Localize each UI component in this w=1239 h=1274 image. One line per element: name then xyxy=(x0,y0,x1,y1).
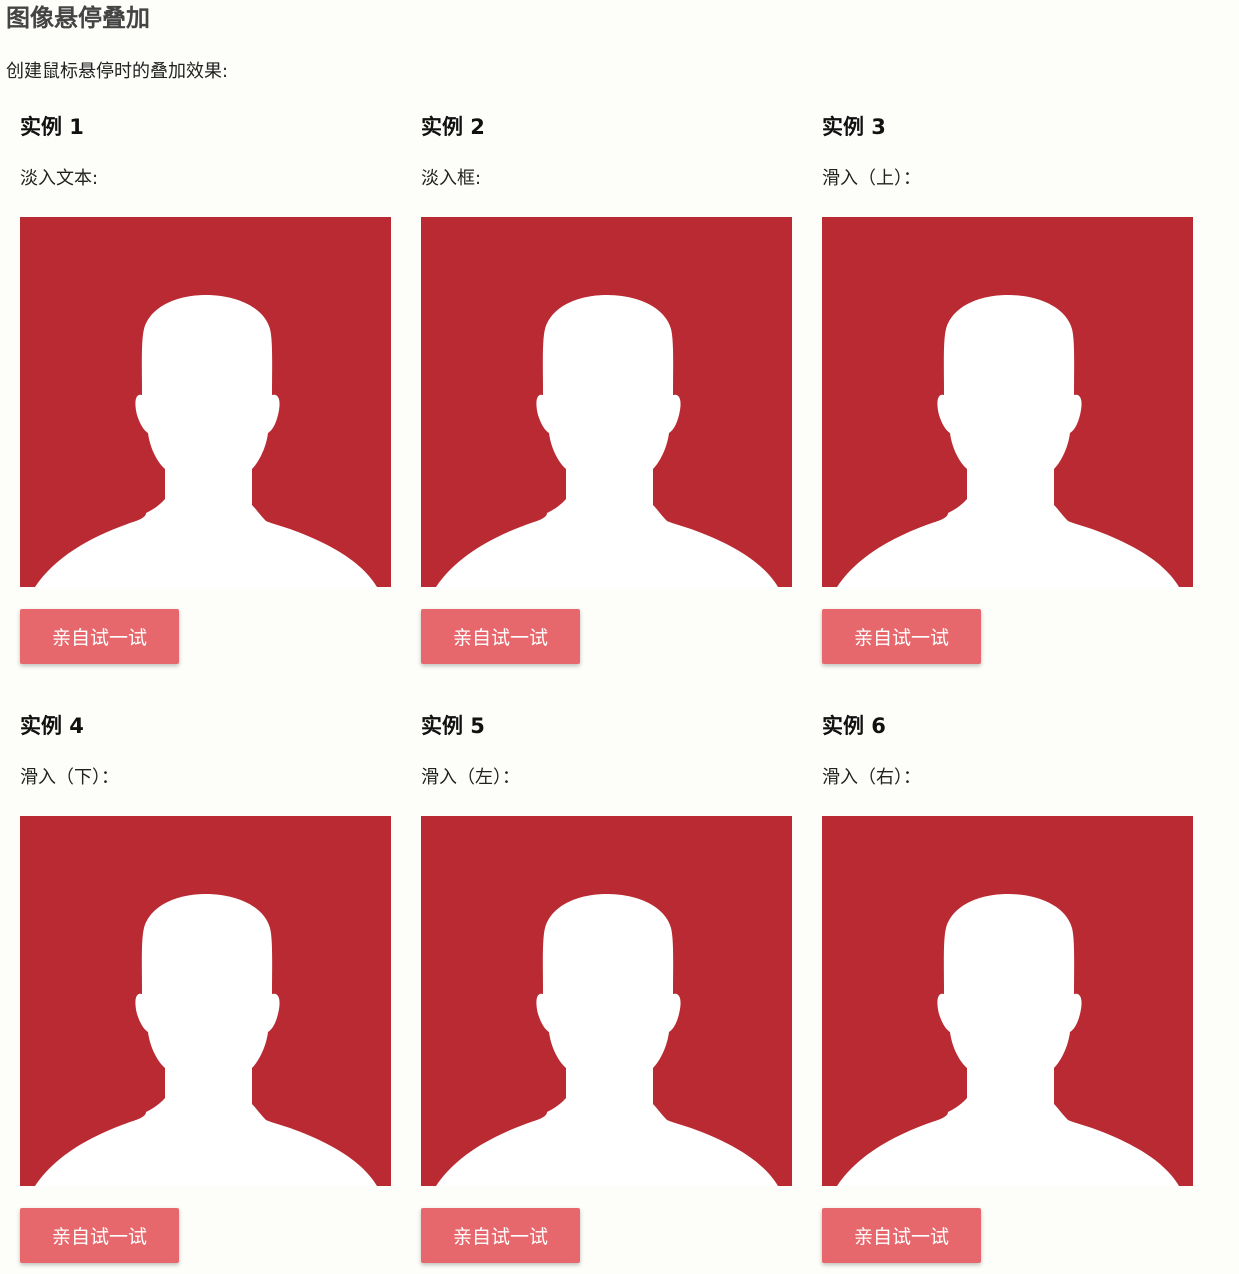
try-it-button[interactable]: 亲自试一试 xyxy=(421,609,580,664)
example-title: 实例 6 xyxy=(822,714,886,738)
example-title: 实例 5 xyxy=(421,714,485,738)
page-title: 图像悬停叠加 xyxy=(6,4,150,32)
person-silhouette-icon xyxy=(436,894,778,1186)
try-it-button[interactable]: 亲自试一试 xyxy=(822,609,981,664)
try-it-button[interactable]: 亲自试一试 xyxy=(20,609,179,664)
example-description: 滑入（下）： xyxy=(20,767,119,788)
person-silhouette-icon xyxy=(35,894,377,1186)
avatar-image[interactable] xyxy=(822,217,1193,587)
person-silhouette-icon xyxy=(35,295,377,587)
try-it-button[interactable]: 亲自试一试 xyxy=(20,1208,179,1263)
try-it-button[interactable]: 亲自试一试 xyxy=(421,1208,580,1263)
example-description: 淡入文本: xyxy=(20,168,99,189)
example-description: 滑入（左）： xyxy=(421,767,520,788)
avatar-image[interactable] xyxy=(822,816,1193,1186)
example-title: 实例 2 xyxy=(421,115,485,139)
example-title: 实例 3 xyxy=(822,115,886,139)
person-silhouette-icon xyxy=(837,894,1179,1186)
avatar-image[interactable] xyxy=(421,217,792,587)
example-description: 滑入（右）： xyxy=(822,767,921,788)
avatar-image[interactable] xyxy=(20,816,391,1186)
try-it-button[interactable]: 亲自试一试 xyxy=(822,1208,981,1263)
example-title: 实例 1 xyxy=(20,115,84,139)
person-silhouette-icon xyxy=(436,295,778,587)
example-description: 淡入框: xyxy=(421,168,482,189)
avatar-image[interactable] xyxy=(20,217,391,587)
person-silhouette-icon xyxy=(837,295,1179,587)
page-description: 创建鼠标悬停时的叠加效果: xyxy=(6,61,229,82)
avatar-image[interactable] xyxy=(421,816,792,1186)
example-title: 实例 4 xyxy=(20,714,84,738)
example-description: 滑入（上）： xyxy=(822,168,921,189)
